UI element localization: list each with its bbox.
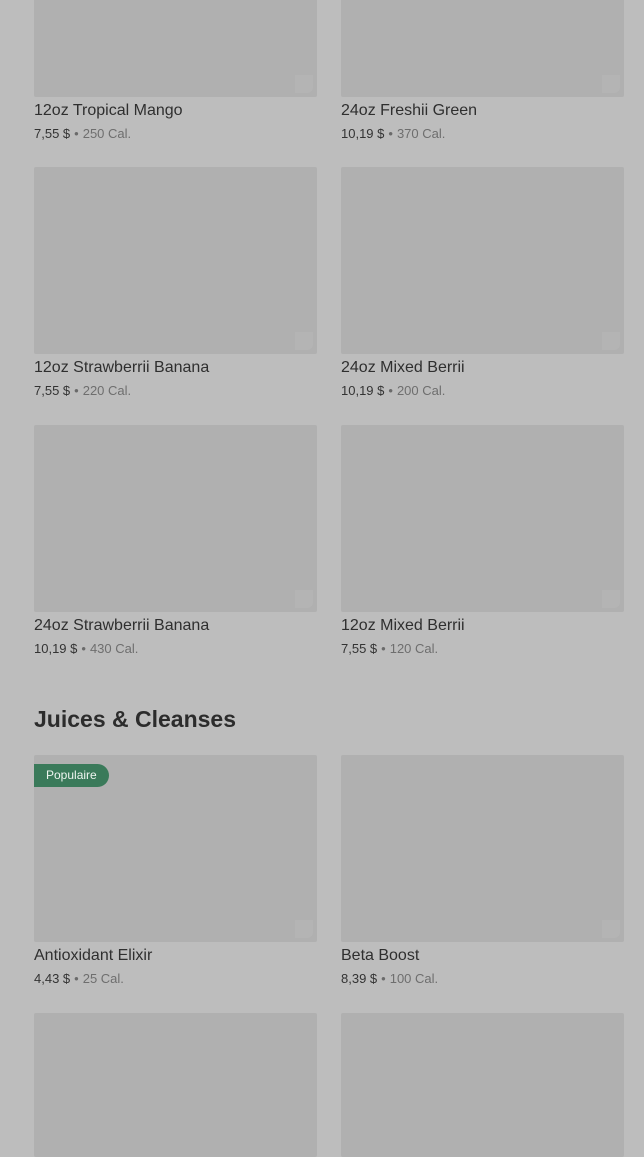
item-name: 24oz Strawberrii Banana [34, 617, 210, 634]
corner-shade [602, 332, 620, 350]
item-image[interactable] [341, 755, 624, 942]
item-price: 10,19 $ [34, 641, 78, 656]
section-title-juices: Juices & Cleanses [34, 706, 237, 732]
item-image[interactable] [341, 167, 624, 354]
item-meta: 10,19 $ • 370 Cal. [341, 126, 445, 141]
separator-dot: • [74, 971, 79, 986]
item-calories: 220 Cal. [82, 383, 132, 398]
menu-item-card[interactable]: 24oz Freshii Green 10,19 $ • 370 Cal. [341, 0, 624, 141]
item-image[interactable] [341, 1013, 624, 1157]
item-meta: 7,55 $ • 120 Cal. [341, 641, 438, 656]
item-name: Beta Boost [341, 947, 420, 964]
item-price: 10,19 $ [341, 383, 385, 398]
menu-item-card[interactable]: 12oz Tropical Mango 7,55 $ • 250 Cal. [34, 0, 317, 141]
menu-item-card[interactable]: 24oz Strawberrii Banana 10,19 $ • 430 Cal. [34, 425, 317, 656]
item-name: 12oz Tropical Mango [34, 102, 183, 119]
item-price: 8,39 $ [341, 971, 378, 986]
separator-dot: • [388, 383, 393, 398]
corner-shade [602, 590, 620, 608]
popular-badge: Populaire [34, 764, 109, 787]
item-calories: 100 Cal. [389, 971, 439, 986]
corner-shade [295, 590, 313, 608]
menu-item-card[interactable] [341, 1013, 624, 1157]
menu-item-card[interactable]: 24oz Mixed Berrii 10,19 $ • 200 Cal. [341, 167, 624, 398]
corner-shade [295, 332, 313, 350]
item-calories: 250 Cal. [82, 126, 132, 141]
separator-dot: • [74, 383, 79, 398]
item-price: 7,55 $ [341, 641, 378, 656]
item-price: 7,55 $ [34, 126, 71, 141]
corner-shade [295, 920, 313, 938]
item-name: 24oz Freshii Green [341, 102, 478, 119]
item-meta: 4,43 $ • 25 Cal. [34, 971, 124, 986]
menu-item-card[interactable]: Populaire Antioxidant Elixir 4,43 $ • 25 C… [34, 755, 317, 986]
corner-shade [295, 75, 313, 93]
item-image[interactable] [34, 0, 317, 97]
item-name: 24oz Mixed Berrii [341, 359, 465, 376]
item-name: 12oz Mixed Berrii [341, 617, 465, 634]
item-image[interactable] [34, 425, 317, 612]
item-price: 7,55 $ [34, 383, 71, 398]
menu-item-card[interactable]: 12oz Mixed Berrii 7,55 $ • 120 Cal. [341, 425, 624, 656]
menu-item-card[interactable]: 12oz Strawberrii Banana 7,55 $ • 220 Cal. [34, 167, 317, 398]
item-meta: 10,19 $ • 200 Cal. [341, 383, 445, 398]
menu-item-card[interactable] [34, 1013, 317, 1157]
item-calories: 120 Cal. [389, 641, 439, 656]
item-name: 12oz Strawberrii Banana [34, 359, 210, 376]
item-name: Antioxidant Elixir [34, 947, 153, 964]
item-image[interactable] [341, 0, 624, 97]
menu-item-card[interactable]: Beta Boost 8,39 $ • 100 Cal. [341, 755, 624, 986]
item-meta: 7,55 $ • 250 Cal. [34, 126, 131, 141]
item-meta: 10,19 $ • 430 Cal. [34, 641, 138, 656]
item-meta: 7,55 $ • 220 Cal. [34, 383, 131, 398]
item-image[interactable] [341, 425, 624, 612]
separator-dot: • [381, 971, 386, 986]
separator-dot: • [74, 126, 79, 141]
separator-dot: • [381, 641, 386, 656]
item-calories: 200 Cal. [396, 383, 446, 398]
item-image[interactable]: Populaire [34, 755, 317, 942]
item-image[interactable] [34, 1013, 317, 1157]
item-meta: 8,39 $ • 100 Cal. [341, 971, 438, 986]
corner-shade [602, 920, 620, 938]
corner-shade [602, 75, 620, 93]
item-calories: 25 Cal. [82, 971, 124, 986]
item-calories: 430 Cal. [89, 641, 139, 656]
item-calories: 370 Cal. [396, 126, 446, 141]
separator-dot: • [388, 126, 393, 141]
item-price: 10,19 $ [341, 126, 385, 141]
separator-dot: • [81, 641, 86, 656]
item-price: 4,43 $ [34, 971, 71, 986]
menu-page: 12oz Tropical Mango 7,55 $ • 250 Cal. 24oz… [0, 0, 644, 1157]
item-image[interactable] [34, 167, 317, 354]
